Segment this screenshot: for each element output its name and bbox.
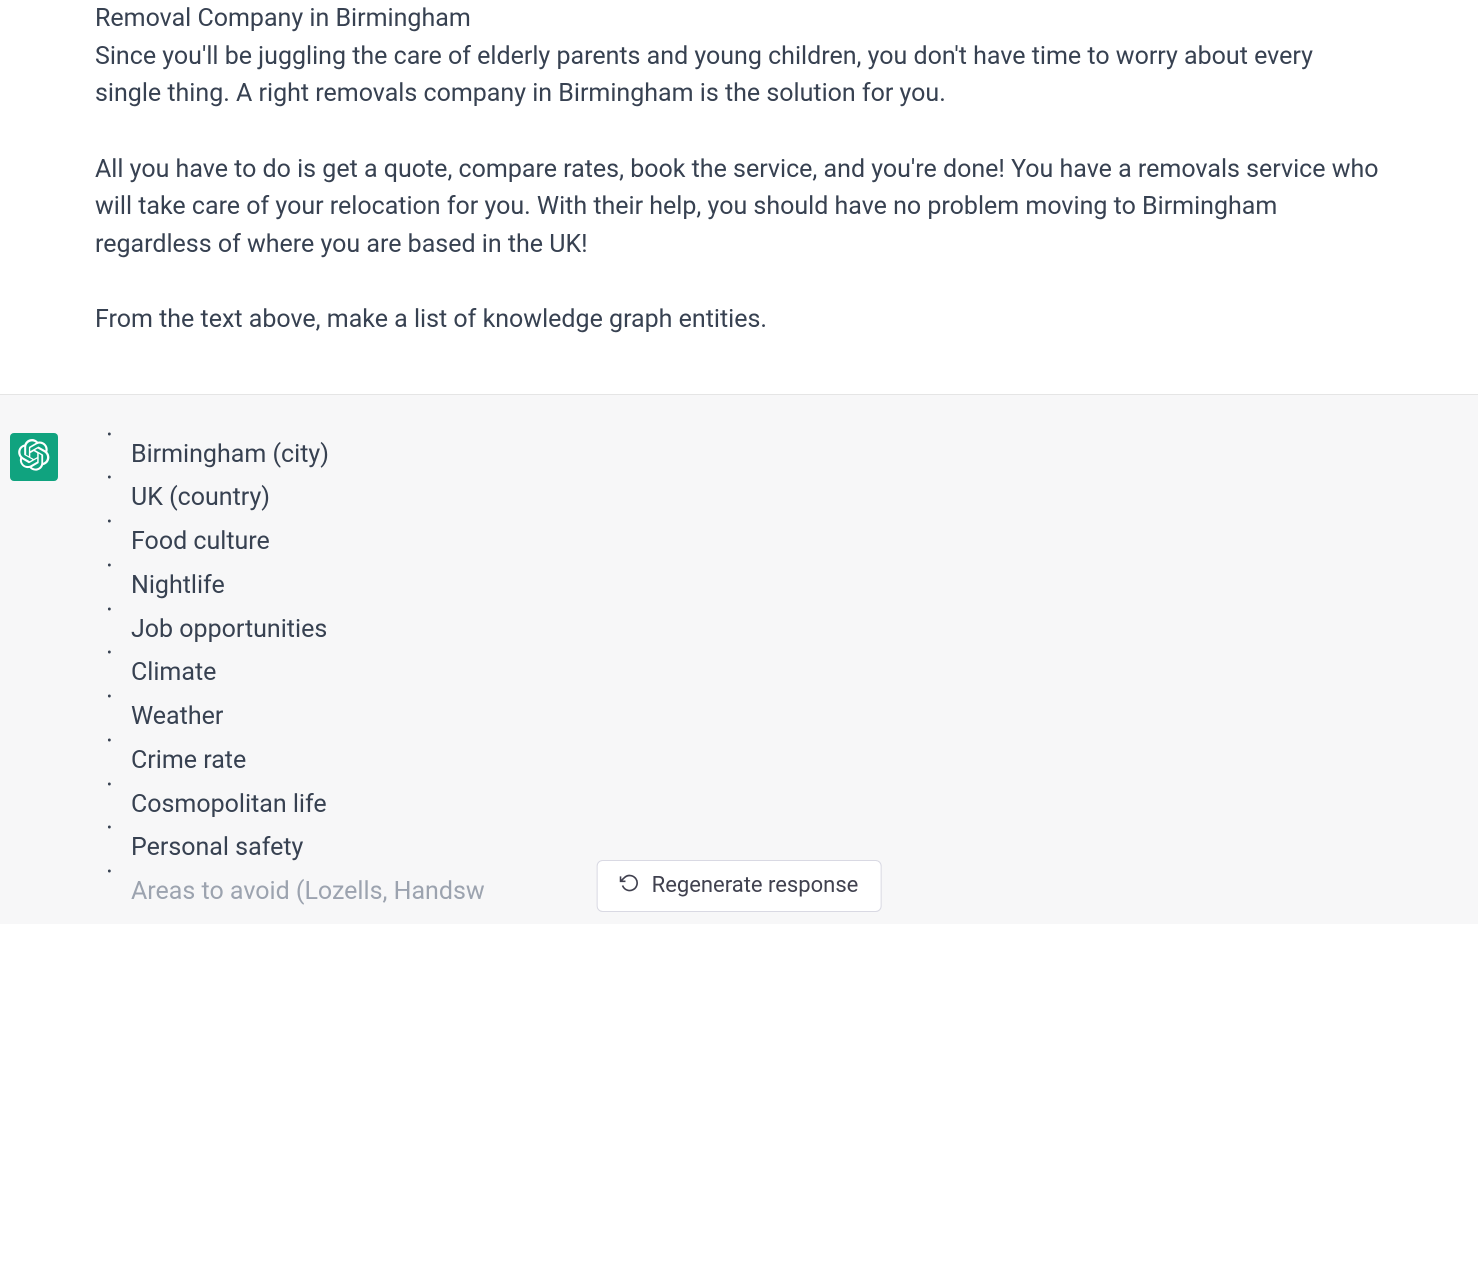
user-para1: Since you'll be juggling the care of eld… bbox=[95, 42, 1313, 109]
user-para2: All you have to do is get a quote, compa… bbox=[95, 151, 1383, 264]
list-item: Crime rate bbox=[95, 739, 1468, 783]
user-heading: Removal Company in Birmingham bbox=[95, 4, 471, 33]
regenerate-wrapper: Regenerate response bbox=[597, 860, 882, 912]
user-para3: From the text above, make a list of know… bbox=[95, 301, 1383, 339]
list-item: Cosmopolitan life bbox=[95, 783, 1468, 827]
assistant-message-content: Birmingham (city) UK (country) Food cult… bbox=[95, 433, 1468, 914]
user-message-content: Removal Company in Birmingham Since you'… bbox=[95, 0, 1383, 339]
list-item: Job opportunities bbox=[95, 608, 1468, 652]
regenerate-label: Regenerate response bbox=[652, 873, 859, 898]
openai-logo-icon bbox=[18, 439, 50, 475]
assistant-message-section: Birmingham (city) UK (country) Food cult… bbox=[0, 394, 1478, 924]
list-item: Birmingham (city) bbox=[95, 433, 1468, 477]
list-item: Food culture bbox=[95, 520, 1468, 564]
list-item: Nightlife bbox=[95, 564, 1468, 608]
refresh-icon bbox=[620, 873, 640, 899]
user-message-section: Removal Company in Birmingham Since you'… bbox=[0, 0, 1478, 394]
assistant-avatar bbox=[10, 433, 58, 481]
entity-list: Birmingham (city) UK (country) Food cult… bbox=[95, 433, 1468, 914]
list-item: Climate bbox=[95, 651, 1468, 695]
list-item: UK (country) bbox=[95, 476, 1468, 520]
list-item: Weather bbox=[95, 695, 1468, 739]
regenerate-button[interactable]: Regenerate response bbox=[597, 860, 882, 912]
